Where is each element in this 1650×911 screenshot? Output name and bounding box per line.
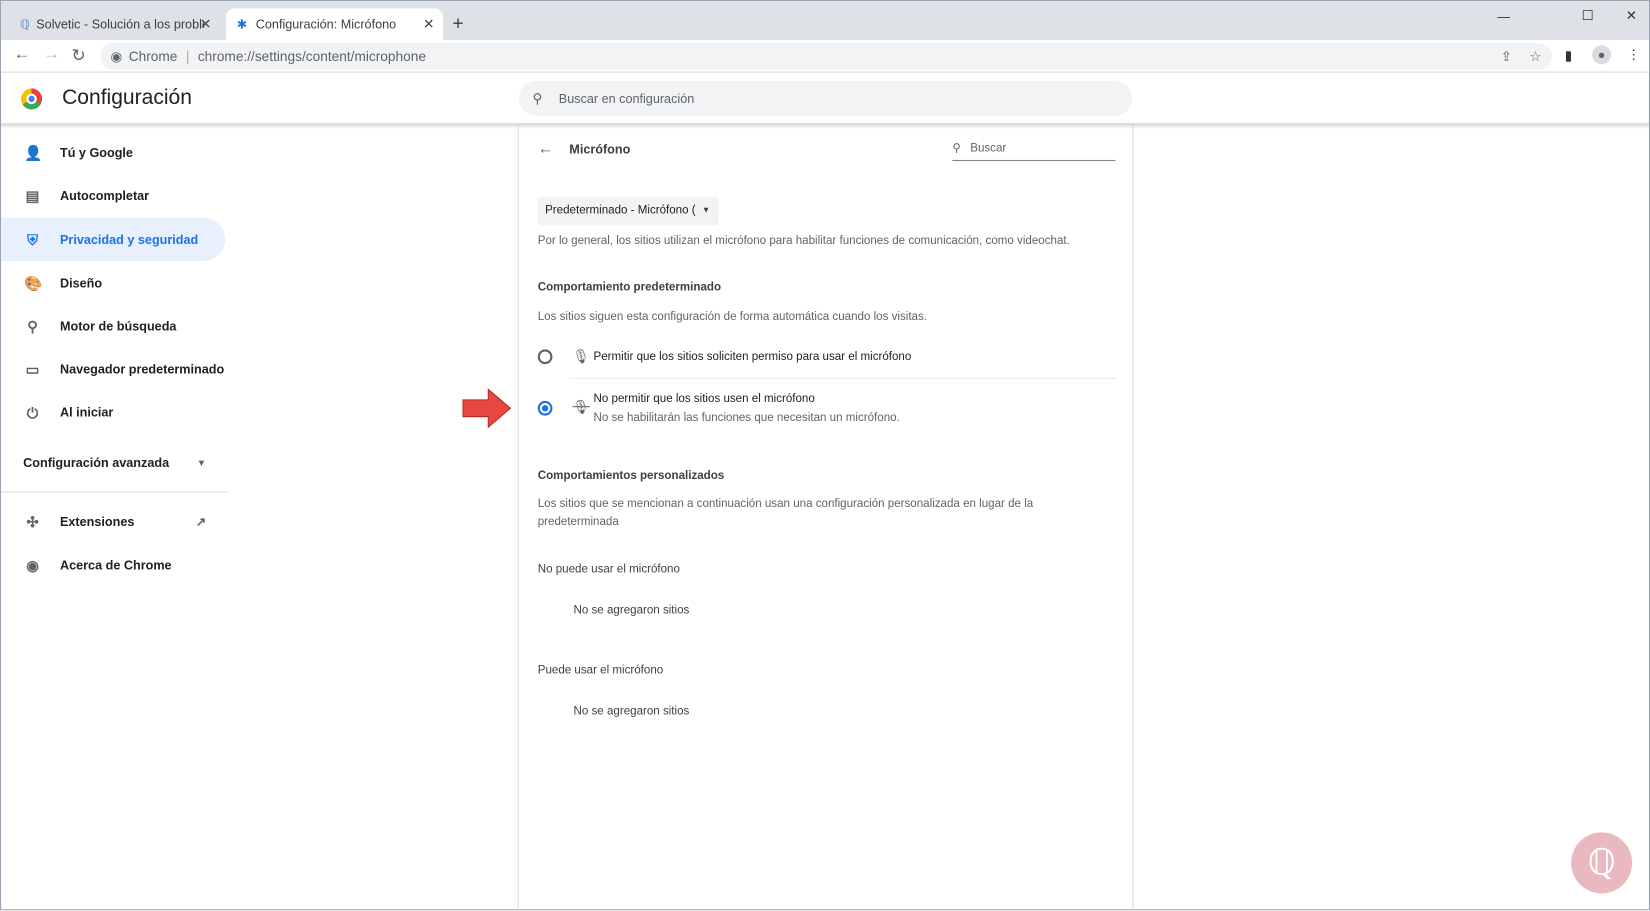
clipboard-icon: ▤	[25, 186, 40, 204]
browser-icon: ▭	[25, 360, 40, 378]
shield-icon: ⛨	[27, 230, 39, 248]
tab-title: Configuración: Micrófono	[255, 16, 397, 32]
microphone-settings-panel: ← Micrófono ⚲ Buscar Predeterminado - Mi…	[517, 124, 1134, 911]
gear-icon: ✱	[236, 16, 248, 32]
reload-icon[interactable]: ↻	[72, 45, 86, 66]
site-label: Chrome	[128, 48, 178, 65]
settings-search-input[interactable]: ⚲ Buscar en configuración	[518, 81, 1133, 116]
tab-solvetic[interactable]: ℚ Solvetic - Solución a los problem ✕	[9, 8, 219, 40]
maximize-button[interactable]: ☐	[1582, 7, 1594, 24]
tab-title: Solvetic - Solución a los problem	[36, 16, 205, 32]
custom-behaviors-heading: Comportamientos personalizados	[537, 469, 725, 482]
address-bar[interactable]: ◉ Chrome | chrome://settings/content/mic…	[99, 43, 1553, 70]
search-placeholder: Buscar en configuración	[558, 91, 695, 106]
solvetic-icon: ℚ	[19, 16, 30, 32]
sidebar-item-label: Autocompletar	[59, 187, 150, 203]
close-tab-icon[interactable]: ✕	[200, 16, 211, 33]
option-block-label[interactable]: No permitir que los sitios usen el micró…	[593, 393, 814, 406]
sidebar-advanced[interactable]: Configuración avanzada ▼	[1, 441, 225, 484]
sidebar-item-label: Privacidad y seguridad	[59, 232, 199, 247]
blocked-sites-empty: No se agregaron sitios	[573, 604, 690, 617]
minimize-button[interactable]: —	[1497, 9, 1510, 24]
solvetic-watermark-logo: ℚ	[1571, 832, 1633, 894]
sidebar-item-label: Al iniciar	[59, 404, 114, 420]
red-arrow-annotation	[462, 388, 512, 429]
tab-settings[interactable]: ✱ Configuración: Micrófono ✕	[226, 8, 444, 40]
sidebar-item-label: Tú y Google	[59, 144, 133, 160]
panel-title: Micrófono	[569, 142, 631, 157]
new-tab-button[interactable]: +	[452, 13, 463, 35]
radio-allow[interactable]	[537, 349, 553, 365]
description-text: Por lo general, los sitios utilizan el m…	[537, 234, 1070, 248]
divider: |	[185, 48, 190, 65]
page-title: Configuración	[62, 86, 192, 110]
sidebar-item-design[interactable]: 🎨 Diseño	[1, 261, 225, 304]
blocked-sites-heading: No puede usar el micrófono	[537, 562, 680, 576]
search-icon: ⚲	[952, 142, 961, 155]
share-icon[interactable]: ⇪	[1501, 48, 1512, 65]
url-text: chrome://settings/content/microphone	[197, 48, 426, 65]
allowed-sites-empty: No se agregaron sitios	[573, 705, 690, 718]
panel-search-input[interactable]: ⚲ Buscar	[952, 141, 1116, 162]
close-tab-icon[interactable]: ✕	[423, 16, 434, 33]
palette-icon: 🎨	[24, 274, 43, 291]
power-icon: ⏻	[26, 403, 39, 421]
allowed-sites-heading: Puede usar el micrófono	[537, 664, 664, 677]
sidebar-item-autofill[interactable]: ▤ Autocompletar	[1, 174, 225, 217]
sidebar-item-search-engine[interactable]: ⚲ Motor de búsqueda	[1, 304, 225, 347]
sidebar-item-label: Acerca de Chrome	[59, 557, 172, 572]
puzzle-icon: ✣	[26, 512, 39, 530]
select-value: Predeterminado - Micrófono (	[545, 204, 696, 217]
chrome-icon: ◉	[110, 47, 123, 64]
chevron-down-icon: ▼	[196, 457, 207, 468]
sidebar-item-label: Motor de búsqueda	[59, 318, 177, 334]
back-icon[interactable]: ←	[14, 45, 31, 64]
custom-behaviors-description: Los sitios que se mencionan a continuaci…	[537, 497, 1034, 511]
sidebar-item-label: Navegador predeterminado	[59, 361, 225, 377]
person-icon: 👤	[24, 143, 43, 161]
sidebar-item-on-startup[interactable]: ⏻ Al iniciar	[1, 390, 225, 433]
back-arrow-icon[interactable]: ←	[538, 140, 554, 158]
sidebar-item-extensions[interactable]: ✣ Extensiones ↗	[1, 500, 225, 543]
dropdown-arrow-icon: ▼	[701, 205, 711, 215]
sidebar-item-label: Configuración avanzada	[23, 455, 170, 470]
search-icon: ⚲	[532, 89, 543, 106]
tab-bar: ℚ Solvetic - Solución a los problem ✕ ✱ …	[1, 1, 1649, 40]
settings-header: Configuración ⚲ Buscar en configuración	[1, 73, 1649, 125]
sidebar-item-default-browser[interactable]: ▭ Navegador predeterminado	[1, 347, 225, 390]
default-behavior-heading: Comportamiento predeterminado	[537, 280, 722, 294]
chrome-logo-icon	[21, 88, 43, 110]
close-window-button[interactable]: ✕	[1626, 7, 1637, 24]
microphone-off-icon: 🎙	[572, 398, 590, 415]
toolbar: ← → ↻ ◉ Chrome | chrome://settings/conte…	[1, 39, 1649, 73]
chrome-icon: ◉	[26, 556, 40, 573]
sidebar-item-you-and-google[interactable]: 👤 Tú y Google	[1, 130, 225, 173]
search-icon: ⚲	[27, 317, 39, 335]
sidebar-item-label: Extensiones	[59, 514, 135, 529]
sidebar-item-about[interactable]: ◉ Acerca de Chrome	[1, 543, 225, 586]
sidebar-item-label: Diseño	[59, 275, 103, 290]
external-link-icon: ↗	[195, 514, 207, 529]
option-block-sublabel: No se habilitarán las funciones que nece…	[593, 411, 900, 425]
browser-window: ℚ Solvetic - Solución a los problem ✕ ✱ …	[0, 0, 1650, 911]
sidebar-item-privacy[interactable]: ⛨ Privacidad y seguridad	[1, 217, 226, 261]
divider	[569, 377, 1117, 379]
search-placeholder: Buscar	[970, 142, 1007, 155]
bookmark-star-icon[interactable]: ☆	[1529, 48, 1541, 65]
microphone-device-select[interactable]: Predeterminado - Micrófono ( ▼	[537, 196, 719, 226]
menu-icon[interactable]: ⋮	[1627, 46, 1641, 63]
default-behavior-description: Los sitios siguen esta configuración de …	[537, 310, 928, 324]
profile-avatar[interactable]: ●	[1592, 45, 1612, 65]
forward-icon[interactable]: →	[43, 45, 60, 64]
custom-behaviors-description-cont: predeterminada	[537, 515, 619, 529]
microphone-icon: 🎙	[572, 348, 590, 365]
divider	[1, 491, 229, 493]
radio-block[interactable]	[537, 400, 553, 416]
side-panel-icon[interactable]: ▮	[1565, 47, 1573, 64]
option-allow-label[interactable]: Permitir que los sitios soliciten permis…	[593, 350, 911, 363]
